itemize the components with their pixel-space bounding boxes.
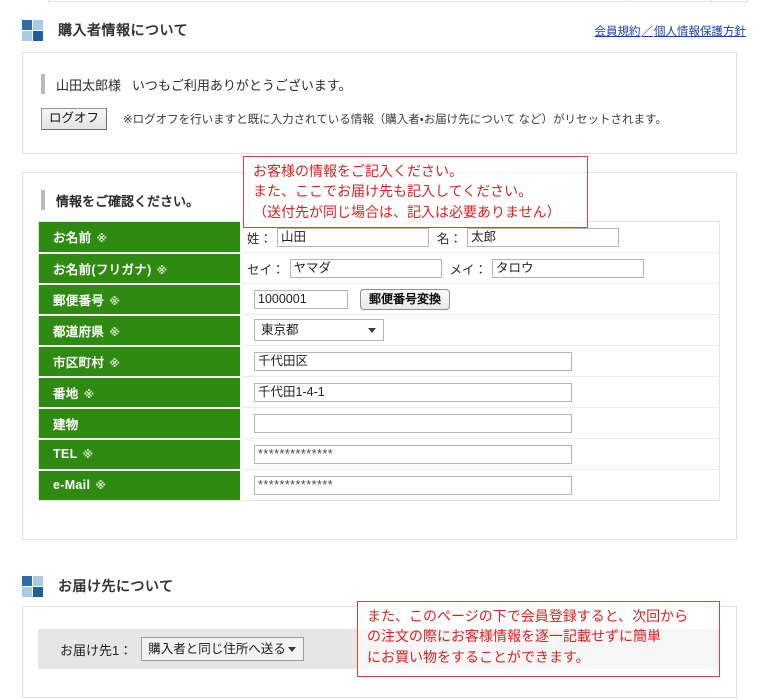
shipping-section-header: お届け先について <box>0 572 760 602</box>
accent-bar <box>41 74 45 94</box>
greeting-row: 山田太郎様 いつもご利用ありがとうございます。 <box>41 73 352 95</box>
table-divider <box>626 0 627 1</box>
callout-line: （送付先が同じ場合は、記入は必要ありません） <box>253 203 561 220</box>
buyer-section-header: 購入者情報について 会員規約／個人情報保護方針 <box>0 16 760 46</box>
row-value-email <box>241 469 720 501</box>
required-mark: ※ <box>109 357 121 370</box>
partial-table-above <box>48 0 748 2</box>
row-value-name-kana: セイ： メイ： <box>241 252 720 284</box>
page-title: 購入者情報について <box>58 22 189 38</box>
table-row: TEL ※ <box>38 438 720 471</box>
row-value-prefecture: 東京都 <box>241 314 720 346</box>
row-value-tel <box>241 438 720 470</box>
firstname-kana-input[interactable] <box>492 258 645 278</box>
link-separator: ／ <box>641 26 654 38</box>
row-label-tel: TEL ※ <box>38 438 242 471</box>
destination-selected-value: 購入者と同じ住所へ送る <box>148 642 286 656</box>
row-label-prefecture: 都道府県 ※ <box>38 314 242 347</box>
link-membership-terms[interactable]: 会員規約 <box>595 26 641 38</box>
required-mark: ※ <box>156 264 168 277</box>
chevron-down-icon <box>288 647 297 652</box>
required-mark: ※ <box>109 295 121 308</box>
destination-label: お届け先1： <box>60 642 133 658</box>
prefecture-selected-value: 東京都 <box>261 323 299 337</box>
table-row: 市区町村 ※ <box>38 345 720 378</box>
chevron-down-icon <box>368 328 376 333</box>
table-row: お名前(フリガナ)※ セイ： メイ： <box>38 252 720 285</box>
prefecture-select[interactable]: 東京都 <box>254 319 384 341</box>
firstname-label: 名： <box>437 231 463 246</box>
row-label-street: 番地 ※ <box>38 376 242 409</box>
table-row: e-Mail ※ <box>38 469 720 501</box>
lastname-kana-input[interactable] <box>289 258 442 278</box>
building-input[interactable] <box>254 413 572 433</box>
checker-square-icon <box>22 20 44 42</box>
table-row: 番地 ※ <box>38 376 720 409</box>
lastname-label: 姓： <box>247 231 273 246</box>
table-divider <box>711 0 712 1</box>
row-label-postal-code: 郵便番号 ※ <box>38 283 242 316</box>
row-label-email: e-Mail ※ <box>38 469 242 501</box>
required-mark: ※ <box>82 449 94 461</box>
table-row: 建物 <box>38 407 720 440</box>
logoff-row: ログオフ ※ログオフを行いますと既に入力されている情報（購入者・お届け先について… <box>41 108 667 130</box>
lastname-input[interactable] <box>277 227 430 247</box>
customer-name: 山田太郎様 <box>56 77 122 93</box>
row-label-building: 建物 <box>38 407 242 440</box>
tel-input[interactable] <box>254 444 572 464</box>
shipping-section-title: お届け先について <box>58 578 174 594</box>
row-label-name-kana: お名前(フリガナ) ※ <box>38 252 242 285</box>
accent-bar <box>41 190 45 210</box>
callout-line: にお買い物をすることができます。 <box>367 648 590 665</box>
firstname-kana-label: メイ： <box>449 262 488 277</box>
greeting-panel: 山田太郎様 いつもご利用ありがとうございます。 ログオフ ※ログオフを行いますと… <box>22 52 737 154</box>
row-label-city: 市区町村 ※ <box>38 345 242 378</box>
firstname-input[interactable] <box>467 227 620 247</box>
callout-customer-info: お客様の情報をご記入ください。 また、ここでお届け先も記入してください。 （送付… <box>243 156 588 228</box>
logoff-button[interactable]: ログオフ <box>41 108 108 130</box>
destination-select[interactable]: 購入者と同じ住所へ送る <box>141 637 305 661</box>
street-input[interactable] <box>254 382 572 402</box>
postal-code-input[interactable] <box>254 289 348 309</box>
header-links: 会員規約／個人情報保護方針 <box>595 23 747 39</box>
row-value-postal-code: 郵便番号変換 <box>241 283 720 315</box>
row-value-street <box>241 376 720 408</box>
checker-square-icon <box>22 576 44 598</box>
required-mark: ※ <box>96 233 108 246</box>
row-label-name: お名前 ※ <box>38 221 242 254</box>
callout-line: また、ここでお届け先も記入してください。 <box>253 183 533 200</box>
row-value-building <box>241 407 720 439</box>
required-mark: ※ <box>95 480 107 493</box>
callout-line: また、このページの下で会員登録すると、次回から <box>367 608 689 624</box>
table-row: 都道府県 ※ 東京都 <box>38 314 720 347</box>
lastname-kana-label: セイ： <box>247 262 285 277</box>
greeting-message: いつもご利用ありがとうございます。 <box>131 77 352 93</box>
table-row: 郵便番号※ 郵便番号変換 <box>38 283 720 316</box>
link-privacy-policy[interactable]: 個人情報保護方針 <box>654 26 746 38</box>
email-input[interactable] <box>254 475 572 495</box>
buyer-info-table: お名前※ 姓： 名： お名前(フリガナ)※ セイ： <box>38 221 720 501</box>
callout-line: の注文の際にお客様情報を逐一記載せずに簡単 <box>367 628 661 645</box>
required-mark: ※ <box>83 388 95 401</box>
confirm-heading-row: 情報をご確認ください。 <box>41 189 199 211</box>
callout-member-registration: また、このページの下で会員登録すると、次回から の注文の際にお客様情報を逐一記載… <box>357 601 720 677</box>
city-input[interactable] <box>254 351 572 371</box>
logoff-note: ※ログオフを行いますと既に入力されている情報（購入者・お届け先について など）が… <box>123 113 667 126</box>
callout-line: お客様の情報をご記入ください。 <box>253 163 463 179</box>
required-mark: ※ <box>109 326 121 339</box>
row-value-city <box>241 345 720 377</box>
confirm-heading: 情報をご確認ください。 <box>56 193 200 209</box>
postal-code-convert-button[interactable]: 郵便番号変換 <box>360 288 451 310</box>
